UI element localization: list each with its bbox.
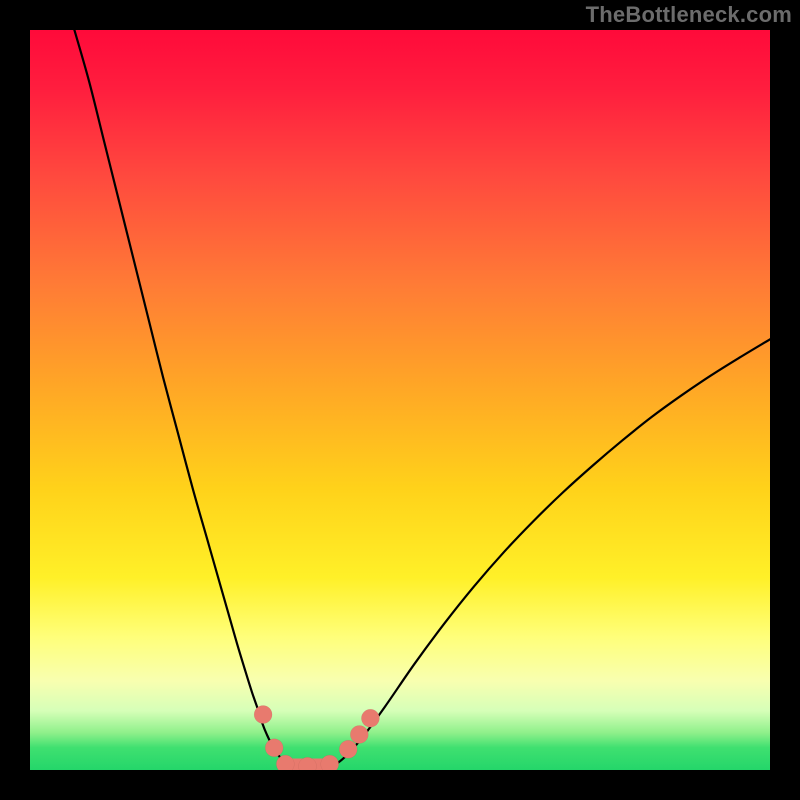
data-node [350, 725, 368, 743]
plot-area [30, 30, 770, 770]
chart-frame: TheBottleneck.com [0, 0, 800, 800]
data-node [254, 706, 272, 724]
curve-left [74, 30, 296, 769]
data-node [339, 740, 357, 758]
data-node [265, 739, 283, 757]
chart-svg [30, 30, 770, 770]
data-node [276, 755, 294, 770]
brand-watermark: TheBottleneck.com [586, 2, 792, 28]
data-node [321, 755, 339, 770]
data-node [361, 709, 379, 727]
curve-right [326, 339, 770, 769]
